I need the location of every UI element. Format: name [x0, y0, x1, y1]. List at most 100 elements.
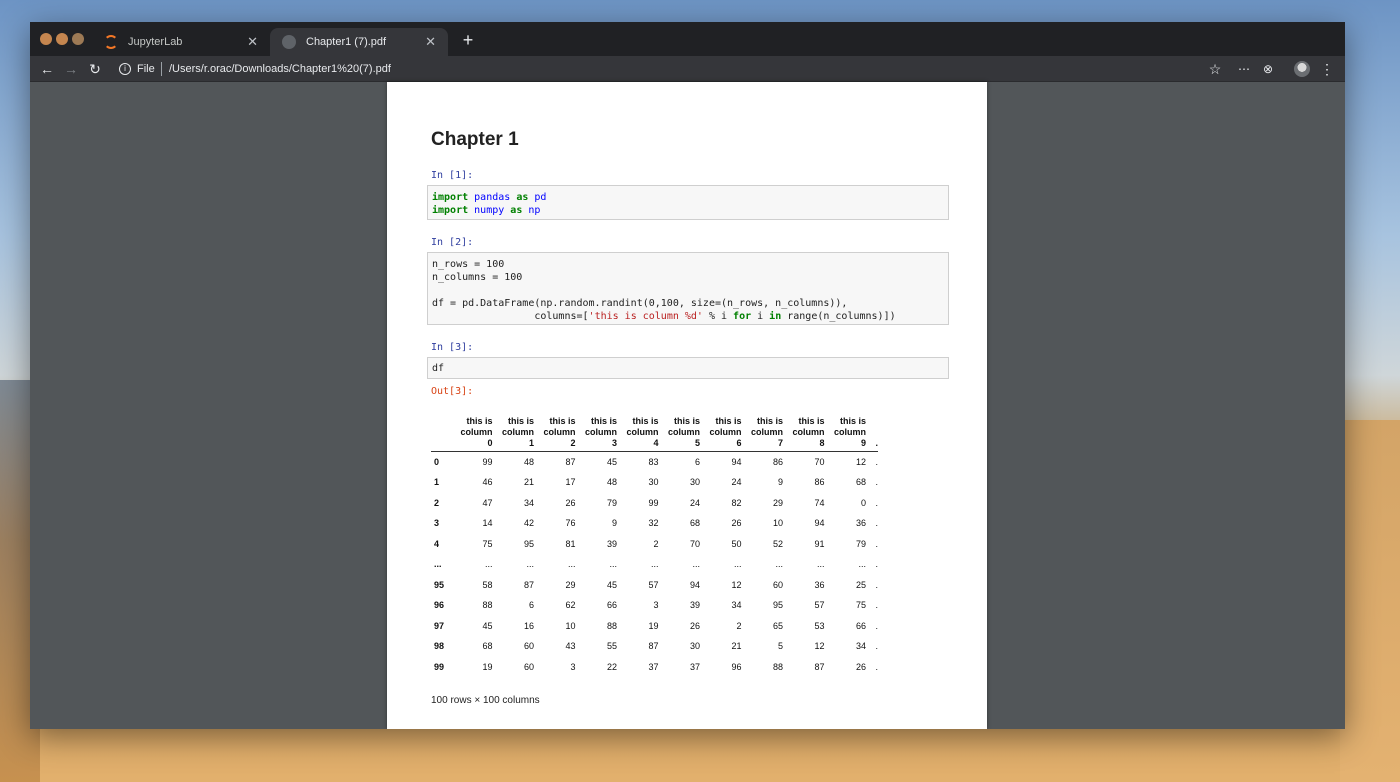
table-cell: 76: [565, 518, 576, 529]
table-cell: 55: [606, 641, 617, 652]
desktop-background-right: [1340, 420, 1400, 782]
table-cell: 57: [648, 579, 659, 590]
row-index: 4: [434, 538, 440, 549]
table-cell: 12: [731, 579, 742, 590]
input-prompt: In [2]:: [431, 237, 474, 248]
code-cell: n_rows = 100 n_columns = 100 df = pd.Dat…: [427, 252, 949, 325]
table-cell: 94: [814, 518, 825, 529]
table-cell: 65: [772, 620, 783, 631]
table-cell: 94: [689, 579, 700, 590]
table-cell: 26: [565, 497, 576, 508]
table-cell: 75: [482, 538, 493, 549]
table-cell: 9: [777, 477, 783, 488]
table-cell: 79: [855, 538, 866, 549]
input-prompt: In [1]:: [431, 170, 474, 181]
tab-pdf[interactable]: Chapter1 (7).pdf ✕: [270, 28, 448, 56]
table-cell: 66: [606, 600, 617, 611]
row-index: 97: [434, 620, 445, 631]
profile-avatar-icon[interactable]: [1294, 61, 1310, 77]
forward-arrow-icon[interactable]: →: [60, 58, 82, 80]
table-cell: 86: [814, 477, 825, 488]
glasses-icon[interactable]: ⊗: [1257, 58, 1279, 80]
extensions-icon[interactable]: ⋯: [1233, 58, 1255, 80]
close-window-button[interactable]: [40, 33, 52, 45]
table-cell: 26: [731, 518, 742, 529]
table-cell: 14: [482, 518, 493, 529]
input-prompt: In [3]:: [431, 342, 474, 353]
table-cell: 82: [731, 497, 742, 508]
table-cell: 68: [689, 518, 700, 529]
table-cell: 37: [689, 661, 700, 672]
tab-bar: JupyterLab ✕ Chapter1 (7).pdf ✕ +: [30, 22, 1345, 56]
table-row: 3 14 42 76 9 32 68 26 10 94 36.: [431, 513, 878, 534]
table-cell: 25: [855, 579, 866, 590]
row-ellipsis: .: [875, 600, 878, 611]
table-cell: 21: [523, 477, 534, 488]
reload-icon[interactable]: ↻: [84, 58, 106, 80]
table-cell: 34: [855, 641, 866, 652]
row-index: 96: [434, 600, 445, 611]
row-ellipsis: .: [875, 559, 878, 570]
table-cell: 37: [648, 661, 659, 672]
table-cell: 88: [606, 620, 617, 631]
column-header: this is column 7: [741, 416, 783, 452]
address-toolbar: ← → ↻ i File /Users/r.orac/Downloads/Cha…: [30, 56, 1345, 82]
row-ellipsis: .: [875, 518, 878, 529]
back-arrow-icon[interactable]: ←: [36, 58, 58, 80]
bookmark-star-icon[interactable]: ☆: [1204, 58, 1226, 80]
table-row: 99 19 60 3 22 37 37 96 88 87 26.: [431, 657, 878, 678]
table-cell: 99: [482, 457, 493, 467]
row-ellipsis: .: [875, 477, 878, 488]
table-cell: 30: [689, 641, 700, 652]
table-cell: 30: [689, 477, 700, 488]
table-cell: 68: [855, 477, 866, 488]
row-ellipsis: .: [875, 497, 878, 508]
column-header: this is column 2: [534, 416, 576, 452]
jupyter-icon: [104, 35, 118, 49]
table-cell: 10: [565, 620, 576, 631]
table-cell: ...: [526, 559, 534, 570]
close-tab-icon[interactable]: ✕: [247, 28, 258, 56]
new-tab-button[interactable]: +: [458, 28, 478, 52]
info-icon[interactable]: i: [119, 63, 131, 75]
table-row: 95 58 87 29 45 57 94 12 60 36 25.: [431, 575, 878, 596]
dataframe-table: this is column 0 this is column 1 this is …: [431, 416, 878, 677]
maximize-window-button[interactable]: [72, 33, 84, 45]
table-cell: 62: [565, 600, 576, 611]
row-index: 0: [434, 457, 440, 467]
table-cell: 6: [694, 457, 700, 467]
minimize-window-button[interactable]: [56, 33, 68, 45]
code-cell: import pandas as pd import numpy as np: [427, 185, 949, 220]
address-path: /Users/r.orac/Downloads/Chapter1%20(7).p…: [169, 63, 391, 75]
table-cell: 19: [648, 620, 659, 631]
row-ellipsis: .: [875, 661, 878, 672]
table-cell: ...: [733, 559, 742, 570]
table-cell: 26: [855, 661, 866, 672]
code-cell: df: [427, 357, 949, 379]
table-row: ..................................: [431, 554, 878, 575]
column-header: this is column 8: [783, 416, 825, 452]
table-cell: 57: [814, 600, 825, 611]
table-row: 96 88 6 62 66 3 39 34 95 57 75.: [431, 595, 878, 616]
table-cell: 34: [731, 600, 742, 611]
table-cell: 29: [772, 497, 783, 508]
address-bar[interactable]: i File /Users/r.orac/Downloads/Chapter1%…: [115, 58, 1195, 80]
browser-window: JupyterLab ✕ Chapter1 (7).pdf ✕ + ← → ↻ …: [30, 22, 1345, 729]
table-cell: 66: [855, 620, 866, 631]
table-cell: 95: [523, 538, 534, 549]
table-cell: 29: [565, 579, 576, 590]
table-cell: 30: [648, 477, 659, 488]
menu-kebab-icon[interactable]: ⋮: [1316, 58, 1338, 80]
row-index: 99: [434, 661, 445, 672]
table-cell: 79: [606, 497, 617, 508]
table-cell: ...: [609, 559, 617, 570]
table-cell: 12: [814, 641, 825, 652]
row-index: 95: [434, 579, 445, 590]
table-row: 2 47 34 26 79 99 24 82 29 74 0.: [431, 493, 878, 514]
table-cell: ...: [567, 559, 576, 570]
pdf-viewer[interactable]: Chapter 1 In [1]: import pandas as pd im…: [30, 82, 1345, 729]
tab-jupyterlab[interactable]: JupyterLab ✕: [92, 28, 270, 56]
table-cell: 5: [777, 641, 783, 652]
row-ellipsis: .: [875, 620, 878, 631]
close-tab-icon[interactable]: ✕: [425, 28, 436, 56]
